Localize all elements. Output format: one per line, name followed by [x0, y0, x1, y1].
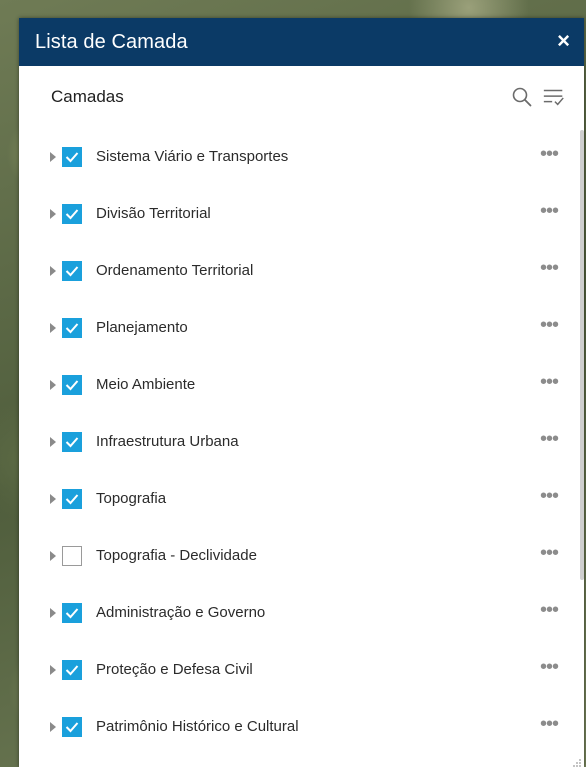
layer-label: Proteção e Defesa Civil	[96, 661, 253, 678]
layer-row[interactable]: Topografia •••	[19, 470, 584, 527]
resize-grip-icon[interactable]	[572, 755, 582, 767]
more-options-icon[interactable]: •••	[540, 201, 559, 221]
check-icon	[65, 208, 79, 219]
more-options-icon[interactable]: •••	[540, 543, 559, 563]
caret-right-icon[interactable]	[48, 603, 58, 623]
section-title: Camadas	[51, 87, 124, 106]
layer-row[interactable]: Topografia - Declividade •••	[19, 527, 584, 584]
caret-right-icon[interactable]	[48, 204, 58, 224]
checkbox-checked[interactable]	[62, 374, 82, 395]
layer-row[interactable]: Meio Ambiente •••	[19, 356, 584, 413]
layer-row[interactable]: Proteção e Defesa Civil •••	[19, 641, 584, 698]
check-icon	[65, 664, 79, 675]
caret-right-icon[interactable]	[48, 318, 58, 338]
check-icon	[65, 151, 79, 162]
check-icon	[65, 607, 79, 618]
layer-row[interactable]: Divisão Territorial •••	[19, 185, 584, 242]
layer-row[interactable]: Patrimônio Histórico e Cultural •••	[19, 698, 584, 755]
layer-label: Divisão Territorial	[96, 205, 211, 222]
checkbox-checked[interactable]	[62, 317, 82, 338]
layer-row[interactable]: Planejamento •••	[19, 299, 584, 356]
layer-label: Ordenamento Territorial	[96, 262, 254, 279]
layer-row[interactable]: Infraestrutura Urbana •••	[19, 413, 584, 470]
panel-header: Lista de Camada ×	[19, 18, 584, 66]
more-options-icon[interactable]: •••	[540, 714, 559, 734]
caret-right-icon[interactable]	[48, 147, 58, 167]
checkbox-checked[interactable]	[62, 602, 82, 623]
layer-row[interactable]: Sistema Viário e Transportes •••	[19, 128, 584, 185]
more-options-icon[interactable]: •••	[540, 657, 559, 677]
check-icon	[65, 721, 79, 732]
layer-label: Infraestrutura Urbana	[96, 433, 239, 450]
layer-label: Patrimônio Histórico e Cultural	[96, 718, 299, 735]
more-options-icon[interactable]: •••	[540, 429, 559, 449]
more-options-icon[interactable]: •••	[540, 600, 559, 620]
more-options-icon[interactable]: •••	[540, 372, 559, 392]
checkbox-checked[interactable]	[62, 659, 82, 680]
caret-right-icon[interactable]	[48, 546, 58, 566]
checkbox-checked[interactable]	[62, 146, 82, 167]
layer-label: Planejamento	[96, 319, 188, 336]
checkbox-checked[interactable]	[62, 260, 82, 281]
more-options-icon[interactable]: •••	[540, 315, 559, 335]
panel-title: Lista de Camada	[35, 30, 188, 53]
layer-tools	[510, 85, 566, 109]
layer-row[interactable]: Ordenamento Territorial •••	[19, 242, 584, 299]
layer-label: Sistema Viário e Transportes	[96, 148, 289, 165]
check-icon	[65, 493, 79, 504]
check-icon	[65, 436, 79, 447]
layer-label: Administração e Governo	[96, 604, 266, 621]
layer-label: Topografia	[96, 490, 167, 507]
close-button[interactable]: ×	[557, 30, 570, 52]
more-options-icon[interactable]: •••	[540, 486, 559, 506]
checkbox-unchecked[interactable]	[62, 545, 82, 566]
scrollbar[interactable]	[580, 130, 584, 580]
layer-row[interactable]: Administração e Governo •••	[19, 584, 584, 641]
layers-subheader: Camadas	[19, 66, 584, 128]
caret-right-icon[interactable]	[48, 489, 58, 509]
checkbox-checked[interactable]	[62, 203, 82, 224]
layer-label: Meio Ambiente	[96, 376, 196, 393]
more-options-icon[interactable]: •••	[540, 258, 559, 278]
layer-list: Sistema Viário e Transportes ••• Divisão T…	[19, 128, 584, 755]
filter-list-icon[interactable]	[542, 85, 566, 109]
caret-right-icon[interactable]	[48, 717, 58, 737]
search-icon[interactable]	[510, 85, 534, 109]
caret-right-icon[interactable]	[48, 660, 58, 680]
check-icon	[65, 322, 79, 333]
caret-right-icon[interactable]	[48, 375, 58, 395]
checkbox-checked[interactable]	[62, 431, 82, 452]
checkbox-checked[interactable]	[62, 488, 82, 509]
more-options-icon[interactable]: •••	[540, 144, 559, 164]
layer-list-panel: Lista de Camada × Camadas Sistema Viário…	[19, 18, 584, 767]
layer-label: Topografia - Declividade	[96, 547, 257, 564]
check-icon	[65, 379, 79, 390]
check-icon	[65, 265, 79, 276]
checkbox-checked[interactable]	[62, 716, 82, 737]
caret-right-icon[interactable]	[48, 261, 58, 281]
caret-right-icon[interactable]	[48, 432, 58, 452]
